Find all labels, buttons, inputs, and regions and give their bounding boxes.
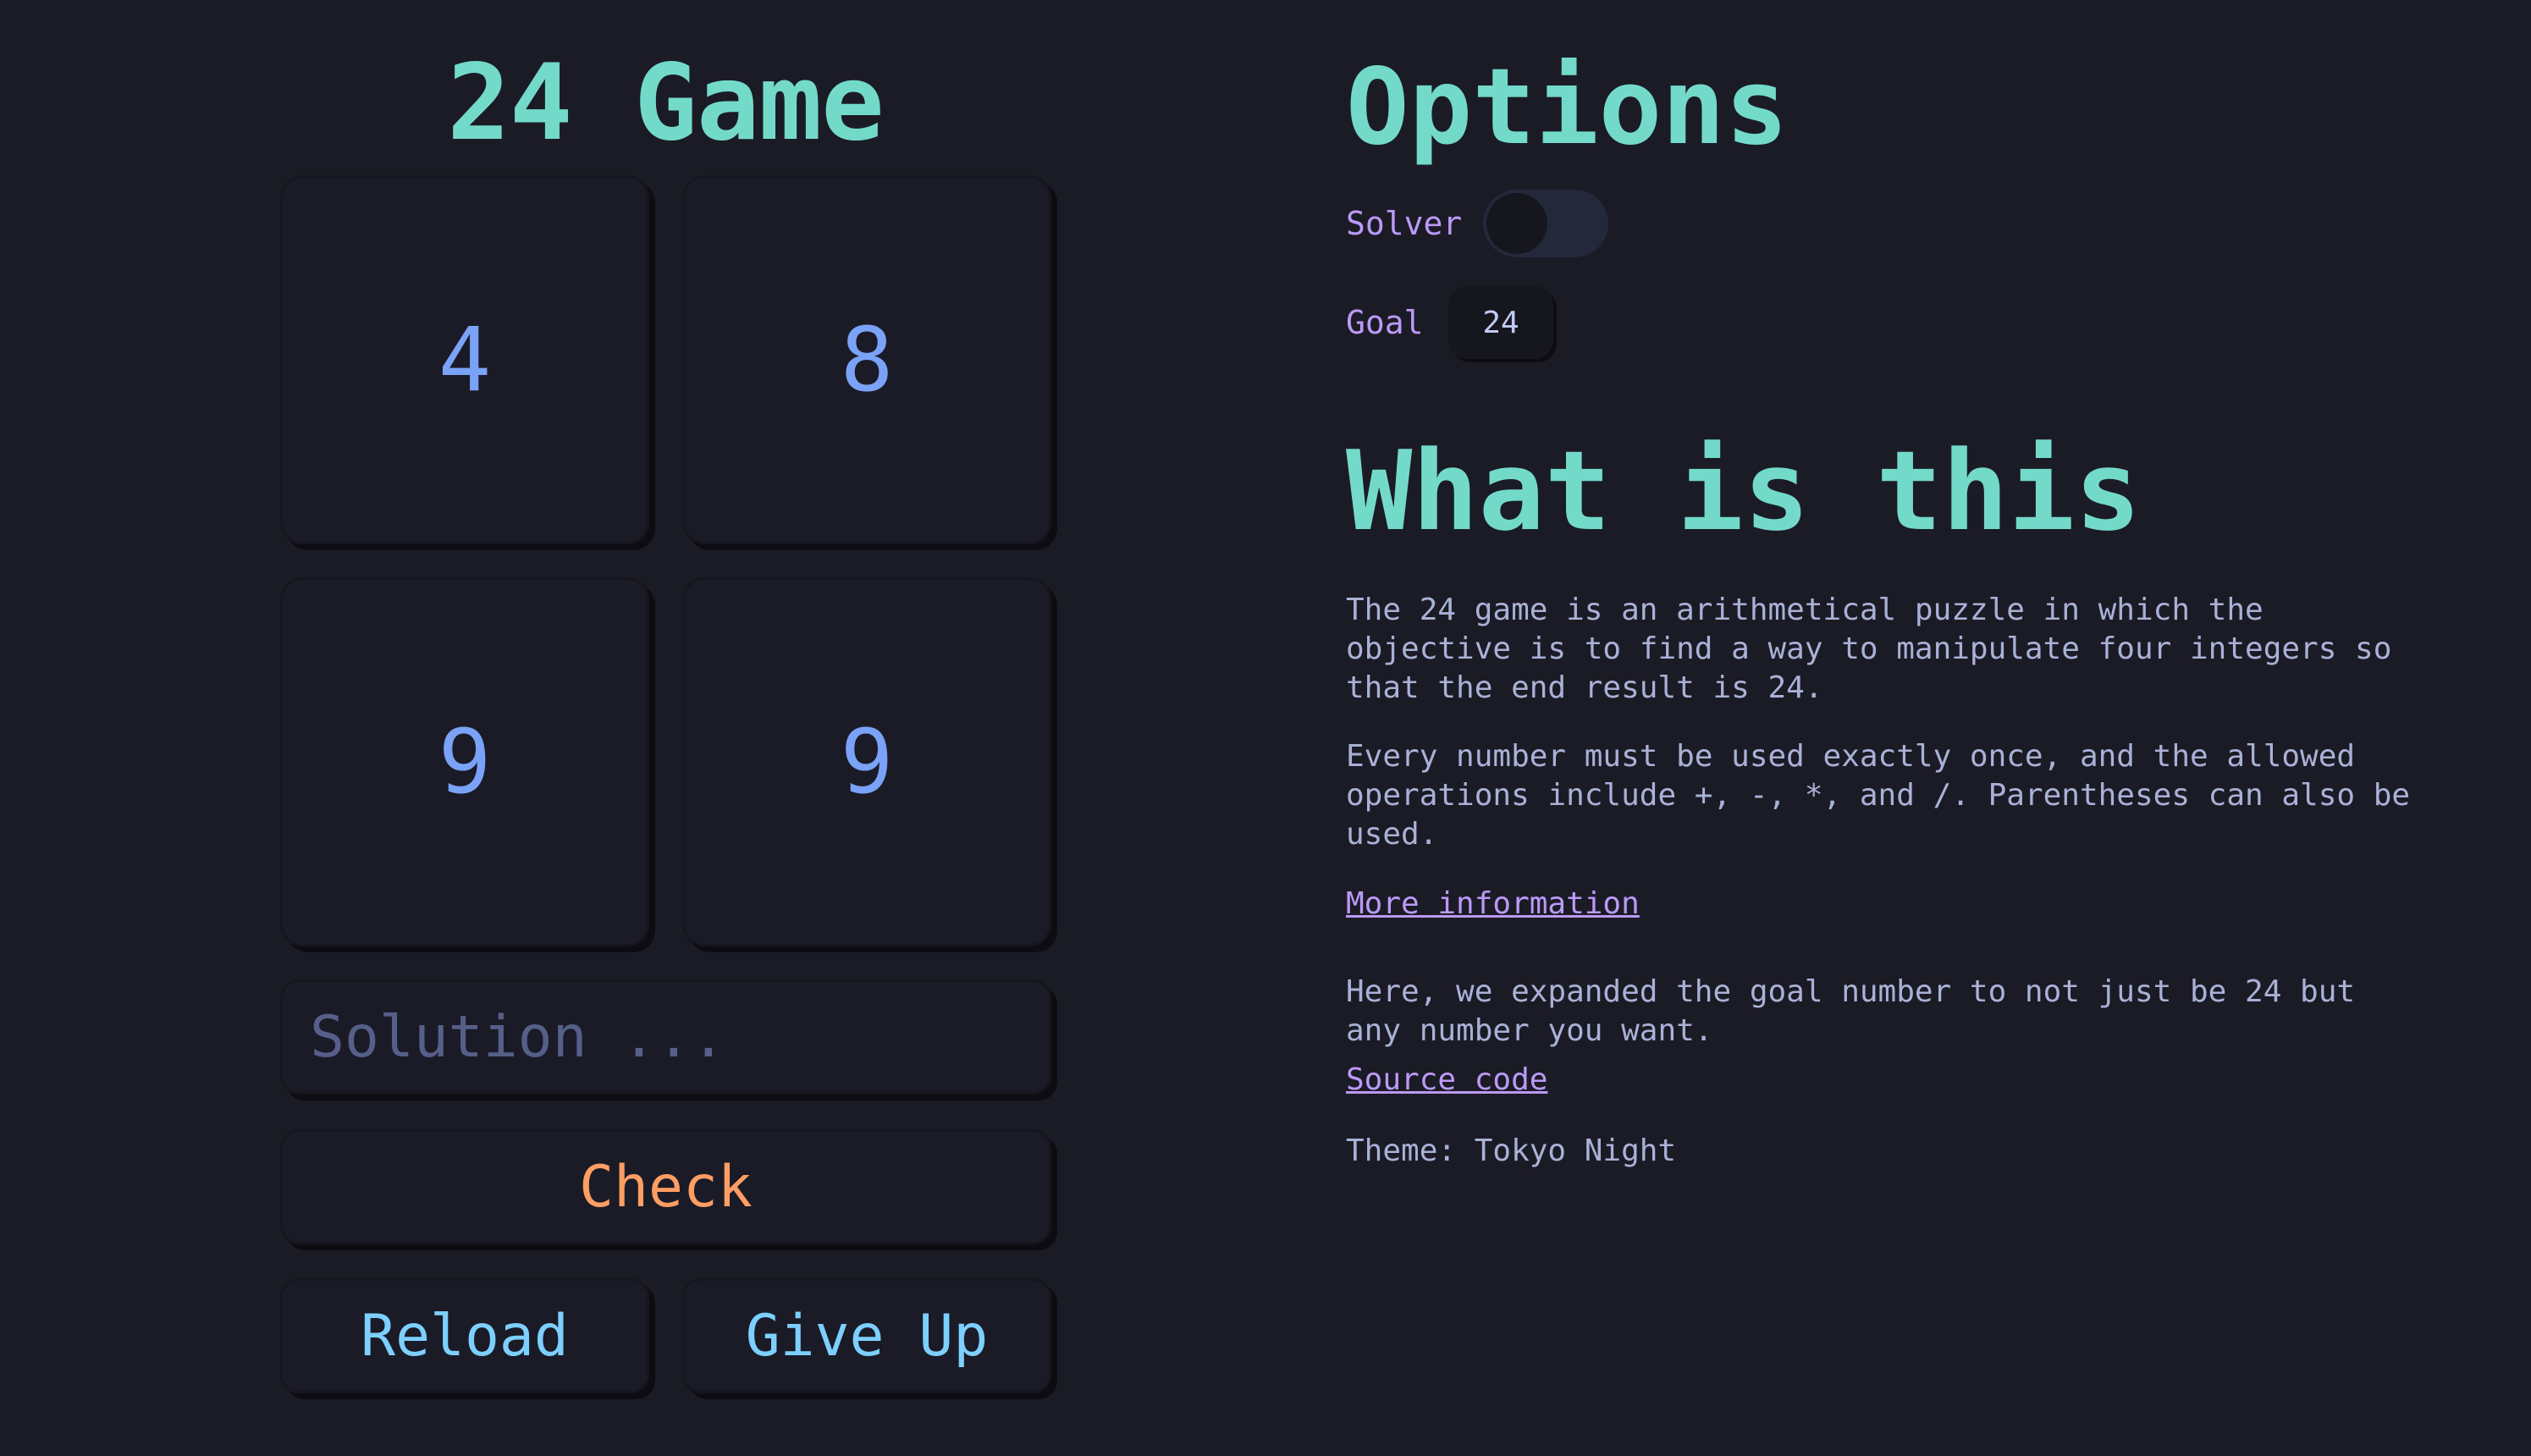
- about-title: What is this: [1346, 427, 2142, 555]
- page: 24 Game 4 8 9 9 Check Reload Give Up Opt…: [0, 0, 2531, 1456]
- game-title: 24 Game: [447, 42, 885, 164]
- number-card-2[interactable]: 8: [682, 175, 1051, 544]
- source-code-link[interactable]: Source code: [1346, 1061, 1547, 1100]
- number-card-4[interactable]: 9: [682, 577, 1051, 946]
- more-information-link[interactable]: More information: [1346, 885, 1640, 924]
- solution-input[interactable]: [280, 979, 1051, 1095]
- number-card-3[interactable]: 9: [280, 577, 649, 946]
- number-card-1[interactable]: 4: [280, 175, 649, 544]
- theme-text: Theme: Tokyo Night: [1346, 1133, 1677, 1168]
- solver-label: Solver: [1346, 205, 1463, 242]
- about-paragraph-3: Here, we expanded the goal number to not…: [1346, 974, 2356, 1048]
- goal-input[interactable]: [1448, 286, 1553, 359]
- options-title: Options: [1346, 47, 1789, 168]
- toggle-knob: [1486, 193, 1547, 254]
- give-up-button[interactable]: Give Up: [682, 1278, 1051, 1393]
- goal-label: Goal: [1346, 304, 1424, 341]
- check-button[interactable]: Check: [280, 1129, 1051, 1244]
- reload-button[interactable]: Reload: [280, 1278, 649, 1393]
- solver-toggle[interactable]: [1483, 190, 1608, 257]
- about-paragraph-1: The 24 game is an arithmetical puzzle in…: [1346, 593, 2392, 705]
- about-paragraph-2: Every number must be used exactly once, …: [1346, 739, 2411, 852]
